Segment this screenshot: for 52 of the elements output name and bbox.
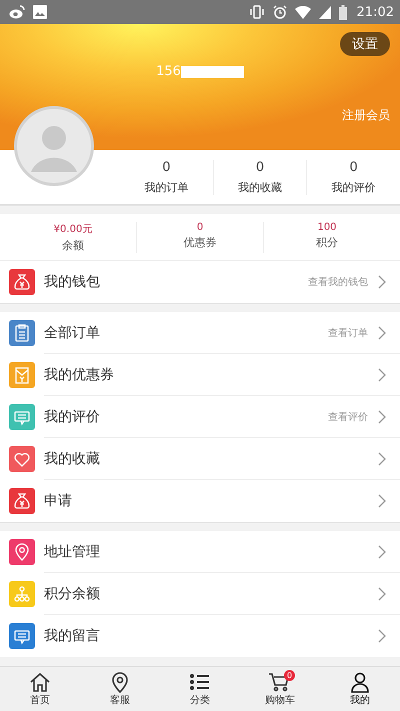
chevron-icon (378, 368, 386, 382)
phone-number: 156 (156, 64, 181, 79)
stat-item[interactable]: 0 我的收藏 (212, 160, 306, 194)
account-item[interactable]: ¥0.00元 余额 (10, 222, 136, 253)
account-item[interactable]: 100 积分 (263, 222, 390, 253)
menu-label: 我的优惠券 (44, 366, 114, 384)
chevron-icon (378, 410, 386, 424)
menu-row[interactable]: 我的优惠券 (0, 354, 400, 396)
menu-label: 我的留言 (44, 627, 100, 645)
menu-row[interactable]: 全部订单 查看订单 (0, 312, 400, 354)
menu-label: 积分余额 (44, 584, 100, 602)
menu-label: 我的钱包 (44, 273, 100, 291)
menu-row[interactable]: 我的钱包 查看我的钱包 (0, 261, 400, 303)
menu-hint: 查看订单 (328, 326, 368, 340)
tab[interactable]: 客服 (80, 667, 160, 711)
chevron-icon (378, 326, 386, 340)
menu-row[interactable]: 积分余额 (0, 573, 400, 615)
wifi-icon (294, 6, 311, 18)
menu-row[interactable]: 申请 (0, 480, 400, 522)
tab[interactable]: 首页 (0, 667, 80, 711)
stat-item[interactable]: 0 我的评价 (306, 160, 400, 194)
clock-time: 21:02 (356, 4, 394, 20)
account-item[interactable]: 0 优惠券 (136, 222, 263, 253)
menu-label: 我的收藏 (44, 450, 100, 468)
chevron-icon (378, 629, 386, 643)
settings-button[interactable]: 设置 (340, 32, 390, 56)
alarm-icon (272, 5, 287, 19)
chevron-icon (378, 452, 386, 466)
menu-hint: 查看评价 (328, 410, 368, 424)
tab[interactable]: 分类 (160, 667, 240, 711)
menu-row[interactable]: 我的评价 查看评价 (0, 396, 400, 438)
menu-label: 申请 (44, 492, 72, 510)
menu-label: 我的评价 (44, 408, 100, 426)
battery-icon (338, 4, 347, 20)
menu-row[interactable]: 我的留言 (0, 615, 400, 657)
menu-row[interactable]: 地址管理 (0, 531, 400, 573)
vibrate-icon (248, 5, 265, 19)
redaction-block (180, 66, 244, 78)
menu-row[interactable]: 我的收藏 (0, 438, 400, 480)
chevron-icon (378, 494, 386, 508)
menu-hint: 查看我的钱包 (308, 276, 368, 289)
stat-item[interactable]: 0 我的订单 (120, 160, 213, 194)
tab[interactable]: 0 购物车 (240, 667, 320, 711)
chevron-icon (378, 586, 386, 600)
cart-count-badge: 0 (284, 670, 295, 681)
chevron-icon (378, 544, 386, 558)
image-icon (33, 5, 47, 19)
signal-icon (318, 6, 331, 18)
tab[interactable]: 我的 (320, 667, 400, 711)
menu-label: 全部订单 (44, 324, 100, 342)
menu-label: 地址管理 (44, 542, 100, 560)
chevron-icon (378, 275, 386, 289)
